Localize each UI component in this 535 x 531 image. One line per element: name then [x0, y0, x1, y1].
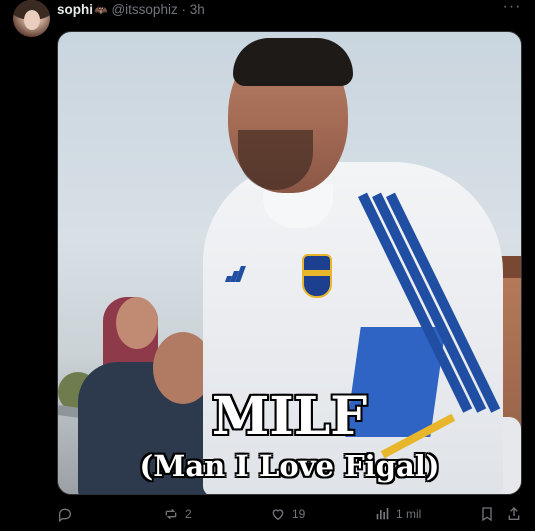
tweet-image[interactable]: MILF (Man I Love Figal): [57, 31, 522, 495]
views-count: 1 mil: [396, 507, 422, 521]
reply-icon: [59, 508, 72, 522]
meme-caption-subtitle: (Man I Love Figal): [139, 449, 440, 483]
views-icon: [376, 508, 389, 520]
bat-emoji-icon: 🦇: [94, 5, 108, 17]
tweet-actions: 2 19 1 mil: [0, 500, 535, 531]
retweet-icon: [165, 508, 177, 520]
separator-dot: ·: [181, 2, 186, 17]
retweet-count: 2: [185, 507, 192, 521]
avatar-face: [24, 10, 40, 30]
author-avatar[interactable]: [13, 0, 50, 37]
adidas-logo-icon: [224, 264, 246, 282]
meme-caption-title: MILF: [211, 386, 368, 447]
views-button[interactable]: 1 mil: [374, 506, 421, 522]
bookmark-icon: [482, 507, 492, 522]
tweet-header: sophi🦇 @itssophiz · 3h ···: [0, 0, 535, 37]
tweet-time[interactable]: 3h: [190, 2, 205, 17]
reply-button[interactable]: [57, 506, 79, 522]
heart-icon: [272, 509, 284, 521]
like-button[interactable]: 19: [270, 506, 305, 522]
player-hair: [233, 38, 353, 86]
background-person-red-head: [116, 297, 158, 349]
retweet-button[interactable]: 2: [163, 506, 192, 522]
tweet-meta: sophi🦇 @itssophiz · 3h: [57, 2, 205, 19]
share-button[interactable]: [506, 506, 522, 522]
club-crest-icon: [302, 254, 332, 298]
like-count: 19: [292, 507, 306, 521]
bookmark-button[interactable]: [479, 506, 495, 522]
more-options-icon[interactable]: ···: [502, 0, 522, 18]
author-handle[interactable]: @itssophiz: [111, 2, 177, 17]
author-name[interactable]: sophi: [57, 2, 93, 17]
share-icon: [508, 507, 520, 520]
